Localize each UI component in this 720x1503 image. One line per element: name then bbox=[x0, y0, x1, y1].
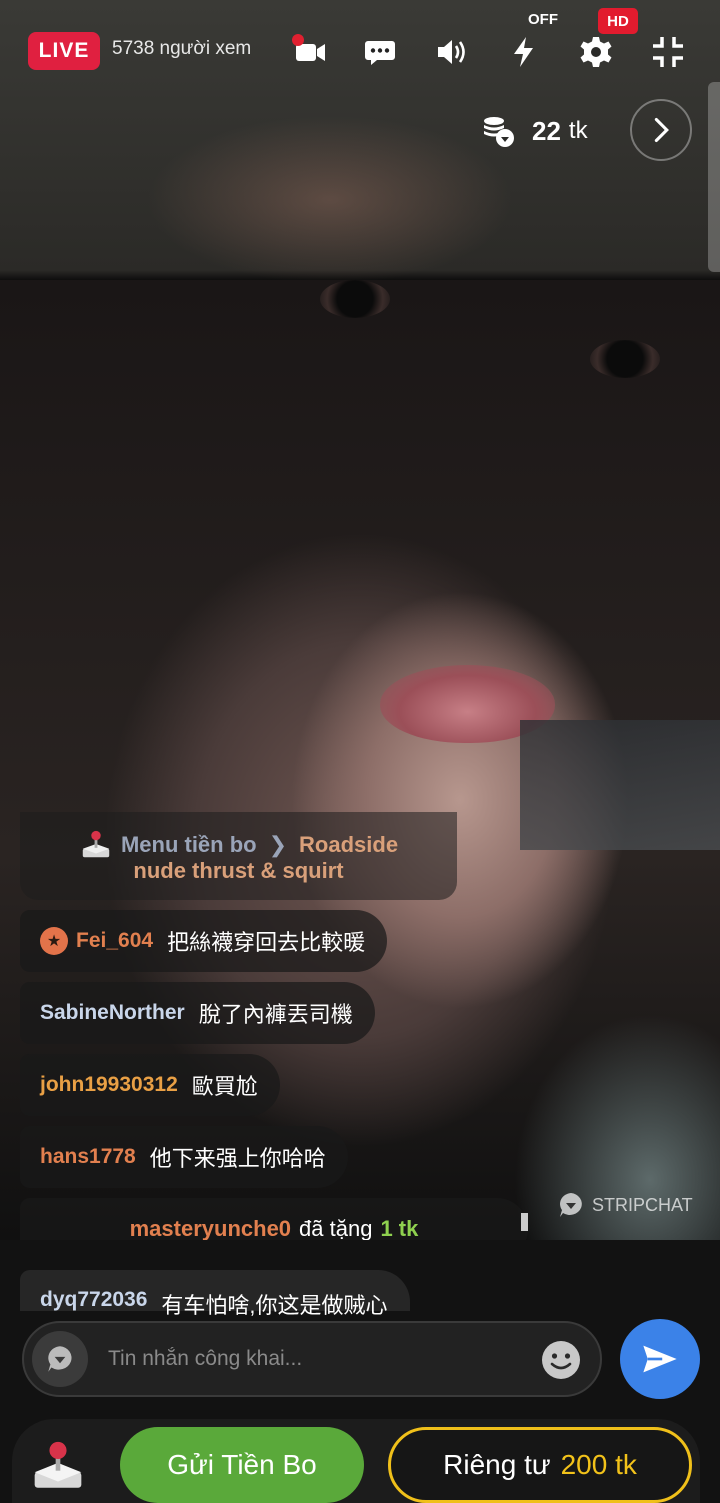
chat-scrollbar[interactable] bbox=[521, 1213, 528, 1231]
side-panel-handle[interactable] bbox=[708, 82, 720, 272]
settings-icon bbox=[580, 37, 612, 67]
chat-username[interactable]: Fei_604 bbox=[76, 929, 153, 953]
token-amount: 22 bbox=[532, 115, 561, 146]
tip-menu-item: Roadside bbox=[299, 832, 399, 857]
stripchat-logo-icon bbox=[560, 1193, 582, 1217]
chat-message: john19930312 歐買尬 bbox=[20, 1054, 280, 1116]
flash-button[interactable] bbox=[502, 30, 546, 74]
recording-dot bbox=[292, 34, 304, 46]
flash-icon bbox=[514, 37, 533, 67]
flash-state-label: OFF bbox=[528, 11, 558, 28]
fullscreen-exit-icon bbox=[653, 37, 683, 67]
chat-mode-button[interactable] bbox=[32, 1331, 88, 1387]
chat-text: 有车怕啥,你这是做贼心 bbox=[161, 1293, 388, 1318]
video-detail bbox=[520, 720, 720, 850]
public-message-input[interactable] bbox=[108, 1339, 528, 1379]
chat-text: 他下来强上你哈哈 bbox=[149, 1146, 326, 1171]
token-unit: tk bbox=[568, 117, 588, 144]
send-tip-button[interactable]: Gửi Tiền Bo bbox=[120, 1427, 364, 1503]
chat-username[interactable]: SabineNorther bbox=[40, 1001, 185, 1025]
chat-bubble-icon bbox=[48, 1346, 72, 1372]
chat-username[interactable]: dyq772036 bbox=[40, 1288, 147, 1312]
tip-menu-item-detail: nude thrust & squirt bbox=[133, 858, 344, 883]
watermark-text: STRIPCHAT bbox=[592, 1194, 693, 1215]
chat-message: hans1778 他下来强上你哈哈 bbox=[20, 1126, 348, 1188]
joystick-icon bbox=[82, 830, 110, 858]
chat-message: SabineNorther 脫了內褲丟司機 bbox=[20, 982, 375, 1044]
settings-button[interactable] bbox=[574, 30, 618, 74]
next-show-button[interactable] bbox=[630, 99, 692, 161]
chevron-right-icon: ❯ bbox=[268, 832, 288, 857]
send-icon bbox=[643, 1345, 677, 1373]
gift-verb: đã tặng bbox=[299, 1216, 373, 1241]
chat-text: 歐買尬 bbox=[191, 1074, 258, 1099]
chat-toggle-button[interactable] bbox=[358, 30, 402, 74]
volume-button[interactable] bbox=[430, 30, 474, 74]
joystick-icon[interactable] bbox=[30, 1438, 86, 1494]
gift-amount: 1 tk bbox=[380, 1216, 419, 1241]
chat-username[interactable]: hans1778 bbox=[40, 1145, 136, 1169]
emoji-icon[interactable] bbox=[540, 1339, 582, 1381]
send-button[interactable] bbox=[620, 1319, 700, 1399]
chevron-right-icon bbox=[654, 117, 669, 143]
private-price: 200 tk bbox=[560, 1449, 637, 1480]
fullscreen-exit-button[interactable] bbox=[646, 30, 690, 74]
chat-text: 把絲襪穿回去比較暖 bbox=[167, 930, 366, 955]
tip-menu-entry[interactable]: Menu tiền bo ❯ Roadside nude thrust & sq… bbox=[20, 812, 457, 900]
chat-username[interactable]: john19930312 bbox=[40, 1073, 178, 1097]
chat-icon bbox=[365, 41, 395, 65]
video-detail bbox=[320, 280, 390, 318]
token-balance[interactable]: 22 tk bbox=[480, 110, 588, 152]
chat-text: 脫了內褲丟司機 bbox=[198, 1002, 353, 1027]
viewer-count: 5738 người xem bbox=[112, 38, 252, 59]
watermark-logo: STRIPCHAT bbox=[556, 1190, 693, 1220]
tip-menu-label: Menu tiền bo bbox=[120, 832, 257, 857]
chat-message: ★ Fei_604 把絲襪穿回去比較暖 bbox=[20, 910, 388, 972]
video-detail bbox=[590, 340, 660, 378]
gift-username[interactable]: masteryunche0 bbox=[130, 1216, 291, 1242]
private-label: Riêng tư bbox=[443, 1449, 551, 1480]
message-composer bbox=[22, 1321, 602, 1397]
private-show-button[interactable]: Riêng tư 200 tk bbox=[388, 1427, 692, 1503]
camera-button[interactable] bbox=[288, 30, 332, 74]
tokens-icon bbox=[484, 117, 514, 147]
live-badge: LIVE bbox=[28, 32, 100, 70]
volume-icon bbox=[438, 40, 465, 64]
star-badge-icon: ★ bbox=[40, 927, 68, 955]
chat-message: dyq772036 有车怕啥,你这是做贼心 bbox=[20, 1270, 410, 1318]
